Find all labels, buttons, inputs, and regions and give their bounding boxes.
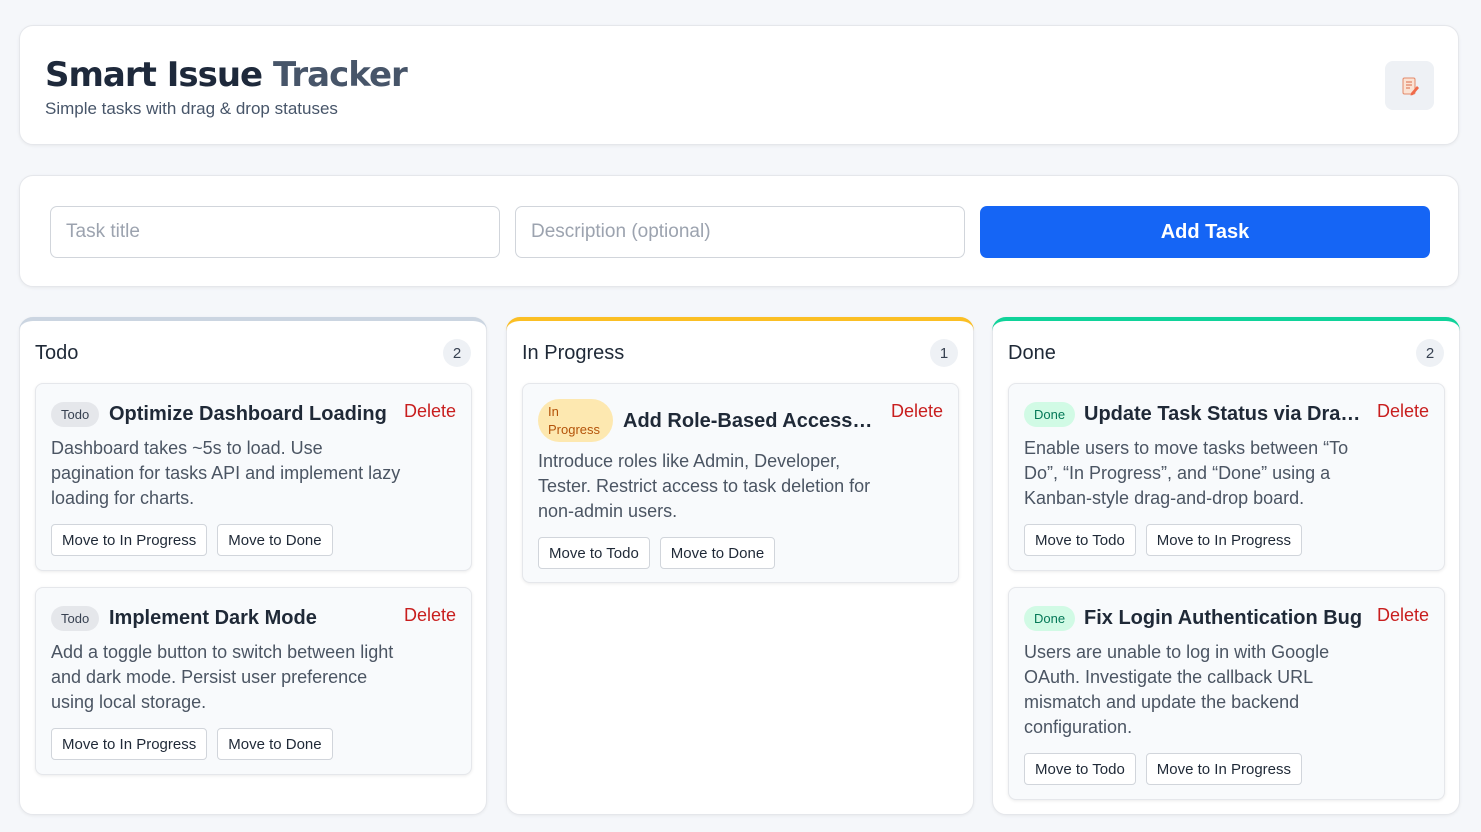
title-part-1: Smart Issue bbox=[45, 55, 273, 95]
column-accent-bar bbox=[19, 317, 487, 333]
task-description-input[interactable] bbox=[515, 206, 965, 258]
column-in-progress[interactable]: In Progress 1 In Progress Add Role-Based… bbox=[506, 317, 974, 815]
task-card[interactable]: Done Update Task Status via Drag ... Del… bbox=[1008, 383, 1445, 571]
column-accent-bar bbox=[506, 317, 974, 333]
page-title: Smart Issue Tracker bbox=[45, 54, 408, 96]
memo-icon bbox=[1402, 77, 1419, 95]
column-done[interactable]: Done 2 Done Update Task Status via Drag … bbox=[992, 317, 1460, 815]
move-to-done-button[interactable]: Move to Done bbox=[659, 537, 776, 569]
task-title: Update Task Status via Drag ... bbox=[1084, 403, 1364, 425]
delete-button[interactable]: Delete bbox=[1377, 605, 1429, 626]
add-task-button[interactable]: Add Task bbox=[980, 206, 1430, 258]
status-badge: Todo bbox=[51, 402, 100, 427]
task-title: Implement Dark Mode bbox=[109, 607, 317, 629]
add-task-form: Add Task bbox=[19, 175, 1459, 287]
move-to-done-button[interactable]: Move to Done bbox=[217, 524, 333, 556]
move-to-todo-button[interactable]: Move to Todo bbox=[1024, 524, 1136, 556]
column-todo[interactable]: Todo 2 Todo Optimize Dashboard Loading D… bbox=[19, 317, 487, 815]
task-title: Fix Login Authentication Bug bbox=[1084, 607, 1363, 629]
column-accent-bar bbox=[992, 317, 1460, 333]
column-title: In Progress bbox=[522, 342, 625, 364]
task-description: Users are unable to log in with Google O… bbox=[1024, 642, 1330, 737]
task-description: Introduce roles like Admin, Developer, T… bbox=[538, 451, 871, 521]
delete-button[interactable]: Delete bbox=[404, 401, 456, 422]
move-to-in-progress-button[interactable]: Move to In Progress bbox=[1145, 524, 1303, 556]
task-title: Optimize Dashboard Loading bbox=[109, 403, 387, 425]
task-description: Enable users to move tasks between “To D… bbox=[1024, 438, 1349, 508]
task-description: Add a toggle button to switch between li… bbox=[51, 642, 394, 712]
column-count-badge: 2 bbox=[443, 339, 471, 367]
move-to-done-button[interactable]: Move to Done bbox=[217, 728, 333, 760]
move-to-todo-button[interactable]: Move to Todo bbox=[538, 537, 650, 569]
delete-button[interactable]: Delete bbox=[891, 401, 943, 422]
task-card[interactable]: Todo Implement Dark Mode Delete Add a to… bbox=[35, 587, 472, 775]
move-to-in-progress-button[interactable]: Move to In Progress bbox=[1145, 753, 1303, 785]
status-badge: Todo bbox=[51, 606, 100, 631]
move-to-todo-button[interactable]: Move to Todo bbox=[1024, 753, 1136, 785]
title-part-2: Tracker bbox=[272, 55, 408, 95]
column-title: Done bbox=[1008, 342, 1056, 364]
status-badge: Done bbox=[1024, 606, 1076, 631]
column-title: Todo bbox=[35, 342, 79, 364]
task-card[interactable]: Done Fix Login Authentication Bug Delete… bbox=[1008, 587, 1445, 800]
header: Smart Issue Tracker Simple tasks with dr… bbox=[19, 25, 1459, 145]
memo-icon-button[interactable] bbox=[1385, 61, 1434, 110]
move-to-in-progress-button[interactable]: Move to In Progress bbox=[51, 728, 208, 760]
task-title-input[interactable] bbox=[50, 206, 500, 258]
column-count-badge: 1 bbox=[930, 339, 958, 367]
task-card[interactable]: Todo Optimize Dashboard Loading Delete D… bbox=[35, 383, 472, 571]
task-description: Dashboard takes ~5s to load. Use paginat… bbox=[51, 438, 401, 508]
status-badge: In Progress bbox=[538, 399, 613, 442]
task-title: Add Role-Based Access C... bbox=[623, 410, 873, 432]
status-badge: Done bbox=[1024, 402, 1076, 427]
delete-button[interactable]: Delete bbox=[1377, 401, 1429, 422]
delete-button[interactable]: Delete bbox=[404, 605, 456, 626]
column-count-badge: 2 bbox=[1416, 339, 1444, 367]
page-subtitle: Simple tasks with drag & drop statuses bbox=[45, 99, 338, 118]
move-to-in-progress-button[interactable]: Move to In Progress bbox=[51, 524, 208, 556]
task-card[interactable]: In Progress Add Role-Based Access C... D… bbox=[522, 383, 959, 583]
